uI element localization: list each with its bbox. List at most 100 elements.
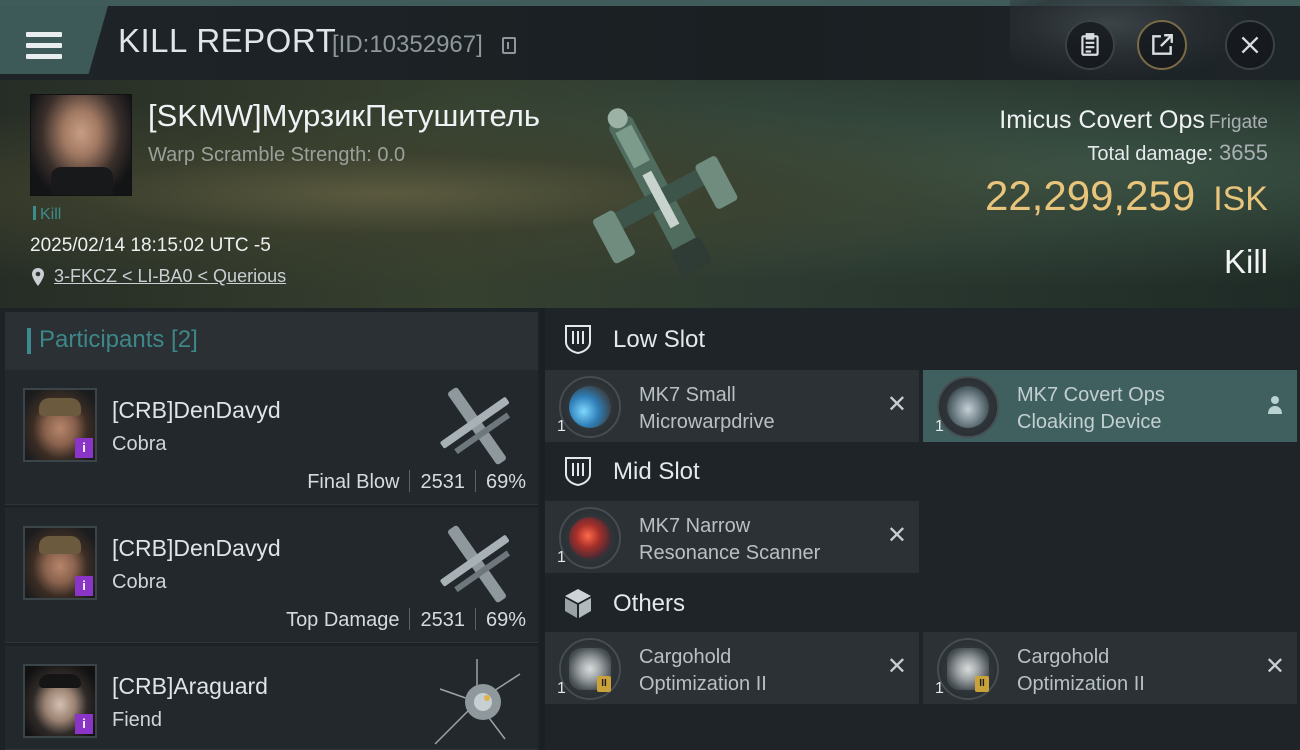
participant-ship: Cobra — [112, 571, 167, 593]
clipboard-icon — [1081, 33, 1099, 56]
isk-value: 22,299,259 ISK — [985, 172, 1268, 220]
location-link[interactable]: 3-FKCZ < LI-BA0 < Querious — [54, 266, 286, 287]
module-quantity: 1 — [557, 549, 566, 566]
module-cargohold-optimization[interactable]: II 1 Cargohold Optimization II ✕ — [923, 632, 1297, 704]
page-title: KILL REPORT — [118, 22, 337, 59]
participant-row[interactable]: i [CRB]DenDavyd Cobra Top Damage 2531 69% — [5, 508, 538, 643]
close-button[interactable] — [1225, 20, 1275, 70]
others-cube-icon — [565, 589, 591, 618]
low-slot-label: Low Slot — [613, 326, 706, 353]
cargohold-optimization-icon: II — [559, 638, 621, 700]
participant-portrait[interactable]: i — [23, 388, 97, 462]
module-quantity: 1 — [935, 418, 944, 435]
module-name-line1: MK7 Narrow — [639, 515, 751, 537]
report-id: [ID:10352967] — [332, 31, 483, 58]
mid-slot-header: Mid Slot — [545, 440, 1300, 504]
participant-name: [CRB]Araguard — [112, 673, 268, 699]
participant-stats: Final Blow 2531 69% — [307, 470, 526, 494]
info-badge: i — [75, 438, 93, 458]
remove-icon[interactable]: ✕ — [887, 393, 907, 417]
participant-percent: 69% — [485, 471, 526, 493]
remove-icon[interactable]: ✕ — [1265, 655, 1285, 679]
module-name: MK7 Covert Ops Cloaking Device — [1017, 382, 1165, 436]
module-name-line2: Optimization II — [1017, 673, 1145, 695]
isk-unit: ISK — [1213, 180, 1268, 218]
cloaking-device-icon — [937, 376, 999, 438]
person-icon[interactable] — [1267, 395, 1283, 415]
info-badge: i — [75, 714, 93, 734]
remove-icon[interactable]: ✕ — [887, 655, 907, 679]
participant-ship-image — [440, 525, 511, 603]
mid-slot-label: Mid Slot — [613, 458, 700, 485]
module-name-line1: Cargohold — [639, 646, 732, 668]
participant-row[interactable]: i [CRB]Araguard Fiend — [5, 646, 538, 750]
fitting-panel: Low Slot 1 MK7 Small Microwarpdrive ✕ 1 … — [545, 308, 1300, 750]
menu-icon — [26, 32, 62, 60]
victim-ship-image — [593, 108, 738, 277]
module-name-line1: MK7 Covert Ops — [1017, 384, 1165, 406]
module-resonance-scanner[interactable]: 1 MK7 Narrow Resonance Scanner ✕ — [545, 501, 919, 573]
resonance-scanner-icon — [559, 507, 621, 569]
module-name-line2: Cloaking Device — [1017, 411, 1162, 433]
module-cargohold-optimization[interactable]: II 1 Cargohold Optimization II ✕ — [545, 632, 919, 704]
module-microwarpdrive[interactable]: 1 MK7 Small Microwarpdrive ✕ — [545, 370, 919, 442]
participant-name: [CRB]DenDavyd — [112, 397, 281, 423]
module-quantity: 1 — [557, 680, 566, 697]
kill-result: Kill — [1223, 243, 1268, 280]
victim-banner: [SKMW]МурзикПетушитель Warp Scramble Str… — [0, 80, 1300, 308]
remove-icon[interactable]: ✕ — [887, 524, 907, 548]
total-damage: Total damage: 3655 — [1087, 140, 1268, 166]
kill-timestamp: 2025/02/14 18:15:02 UTC -5 — [30, 235, 271, 256]
warp-scramble-strength: Warp Scramble Strength: 0.0 — [148, 144, 406, 166]
participant-portrait[interactable]: i — [23, 526, 97, 600]
others-label: Others — [613, 590, 686, 617]
participant-role: Top Damage — [286, 609, 400, 631]
clipboard-button[interactable] — [1065, 20, 1115, 70]
module-name-line1: Cargohold — [1017, 646, 1110, 668]
participant-ship-image — [434, 659, 521, 745]
participant-ship: Fiend — [112, 709, 163, 731]
module-quantity: 1 — [935, 680, 944, 697]
victim-ship-name[interactable]: Imicus Covert Ops — [999, 106, 1205, 134]
participant-row[interactable]: i [CRB]DenDavyd Cobra Final Blow 2531 69% — [5, 370, 538, 505]
victim-ship-line: Imicus Covert Ops Frigate — [999, 106, 1268, 135]
victim-name[interactable]: [SKMW]МурзикПетушитель — [148, 98, 540, 134]
module-name-line1: MK7 Small — [639, 384, 736, 406]
kill-tag: Kill — [33, 206, 61, 224]
participant-damage: 2531 — [420, 471, 465, 493]
share-button[interactable] — [1137, 20, 1187, 70]
participant-portrait[interactable]: i — [23, 664, 97, 738]
microwarpdrive-icon — [559, 376, 621, 438]
module-cloaking-device[interactable]: 1 MK7 Covert Ops Cloaking Device — [923, 370, 1297, 442]
participant-name: [CRB]DenDavyd — [112, 535, 281, 561]
copy-icon[interactable] — [502, 37, 516, 54]
low-slot-header: Low Slot — [545, 308, 1300, 372]
participant-damage: 2531 — [420, 609, 465, 631]
module-name-line2: Optimization II — [639, 673, 767, 695]
participant-ship-image — [440, 387, 511, 465]
participants-panel: Participants [2] i [CRB]DenDavyd Cobra F… — [0, 308, 540, 750]
info-badge: i — [75, 576, 93, 596]
others-header: Others — [545, 572, 1300, 636]
cargohold-optimization-icon: II — [937, 638, 999, 700]
participant-percent: 69% — [485, 609, 526, 631]
module-name: Cargohold Optimization II — [639, 644, 767, 698]
module-name: MK7 Small Microwarpdrive — [639, 382, 775, 436]
tier-badge: II — [597, 676, 611, 692]
victim-avatar[interactable] — [30, 94, 132, 196]
module-name-line2: Resonance Scanner — [639, 542, 821, 564]
module-name-line2: Microwarpdrive — [639, 411, 775, 433]
total-damage-label: Total damage: — [1087, 143, 1214, 165]
total-damage-value: 3655 — [1219, 140, 1268, 165]
module-name: Cargohold Optimization II — [1017, 644, 1145, 698]
victim-ship-class: Frigate — [1208, 112, 1268, 133]
participant-ship: Cobra — [112, 433, 167, 455]
kill-location[interactable]: 3-FKCZ < LI-BA0 < Querious — [30, 266, 286, 287]
header-decoration — [1010, 0, 1260, 80]
participants-header: Participants [2] — [5, 312, 538, 370]
location-pin-icon — [32, 267, 44, 286]
module-name: MK7 Narrow Resonance Scanner — [639, 513, 820, 567]
menu-button[interactable] — [0, 6, 108, 74]
mid-slot-icon — [565, 457, 591, 487]
isk-amount: 22,299,259 — [984, 172, 1196, 219]
